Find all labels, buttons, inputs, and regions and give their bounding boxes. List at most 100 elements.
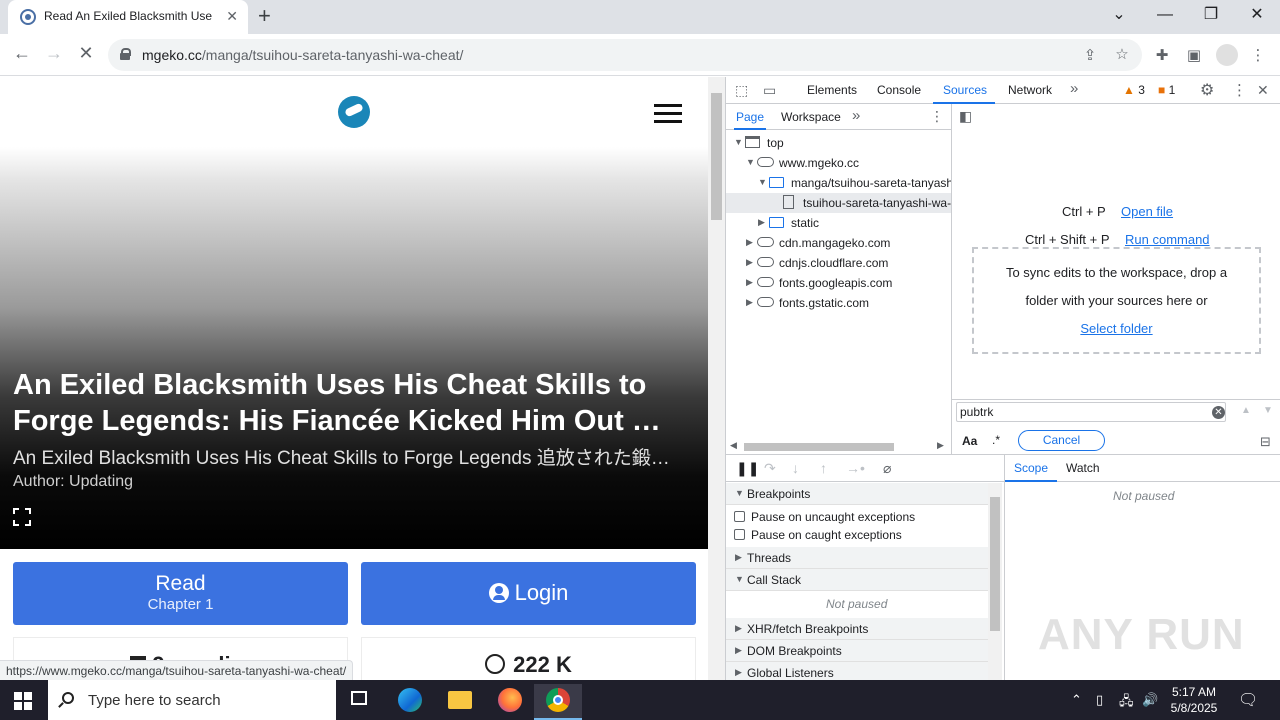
bookmark-star-icon[interactable]: ☆ <box>1112 45 1132 63</box>
workspace-drop-zone[interactable]: To sync edits to the workspace, drop a f… <box>972 247 1261 354</box>
profile-avatar-icon[interactable] <box>1216 44 1238 66</box>
next-match-icon[interactable]: ▼ <box>1263 405 1273 416</box>
pause-caught-checkbox[interactable]: Pause on caught exceptions <box>734 528 902 542</box>
run-command-link[interactable]: Run command <box>1125 232 1210 247</box>
navigator-hscroll-thumb[interactable] <box>744 443 894 451</box>
tab-elements[interactable]: Elements <box>807 83 857 97</box>
call-stack-section[interactable]: ▼ Call Stack <box>726 569 988 591</box>
new-tab-button[interactable]: + <box>258 4 271 28</box>
collapse-arrow-icon[interactable]: ▶ <box>746 257 754 268</box>
extensions-puzzle-icon[interactable]: ✚ <box>1152 46 1172 64</box>
expand-arrow-icon[interactable]: ▼ <box>746 157 755 167</box>
share-icon[interactable]: ⇪ <box>1080 46 1100 64</box>
issues-badge[interactable]: ■ 1 <box>1158 83 1175 97</box>
notifications-icon[interactable]: 🗨 <box>1238 690 1258 710</box>
fullscreen-icon[interactable] <box>13 508 31 526</box>
expand-arrow-icon[interactable]: ▼ <box>735 574 744 584</box>
nav-tab-workspace[interactable]: Workspace <box>781 110 841 124</box>
show-hidden-icons-icon[interactable]: ⌃ <box>1071 692 1082 708</box>
tab-network[interactable]: Network <box>1008 83 1052 97</box>
xhr-breakpoints-section[interactable]: ▶ XHR/fetch Breakpoints <box>726 618 988 640</box>
task-view-icon[interactable] <box>336 684 384 720</box>
expand-arrow-icon[interactable]: ▼ <box>734 137 743 147</box>
collapse-arrow-icon[interactable]: ▶ <box>735 623 742 634</box>
collapse-arrow-icon[interactable]: ▶ <box>735 667 742 678</box>
tree-item-www-mgeko[interactable]: ▼ www.mgeko.cc <box>726 153 951 173</box>
usb-device-icon[interactable]: ▯ <box>1096 692 1103 708</box>
tree-item-top[interactable]: ▼ top <box>726 133 951 153</box>
collapse-arrow-icon[interactable]: ▶ <box>735 645 742 656</box>
tab-close-icon[interactable]: ✕ <box>226 8 238 25</box>
close-devtools-icon[interactable]: ✕ <box>1257 82 1269 99</box>
firefox-icon[interactable] <box>486 684 534 720</box>
address-bar[interactable]: mgeko.cc/manga/tsuihou-sareta-tanyashi-w… <box>108 39 1142 71</box>
read-chapter-button[interactable]: Read Chapter 1 <box>13 562 348 625</box>
deactivate-breakpoints-icon[interactable]: ⌀ <box>883 460 891 477</box>
page-scrollbar-thumb[interactable] <box>711 93 722 220</box>
settings-gear-icon[interactable]: ⚙ <box>1200 80 1214 100</box>
collapse-arrow-icon[interactable]: ▶ <box>746 237 754 248</box>
forward-button[interactable]: → <box>42 43 66 64</box>
debugger-scrollbar-thumb[interactable] <box>990 497 1000 631</box>
lock-icon[interactable] <box>120 48 131 60</box>
minimize-button[interactable]: — <box>1150 4 1180 26</box>
scroll-right-icon[interactable]: ▶ <box>937 440 944 451</box>
collapse-arrow-icon[interactable]: ▶ <box>746 297 754 308</box>
network-icon[interactable]: 🖧 <box>1119 692 1134 714</box>
restore-button[interactable]: ❐ <box>1196 4 1226 26</box>
match-case-toggle[interactable]: Aa <box>962 434 977 448</box>
warnings-badge[interactable]: ▲ 3 <box>1123 83 1145 97</box>
tree-item-cdn-mangageko[interactable]: ▶ cdn.mangageko.com <box>726 233 951 253</box>
tree-item-manga-file[interactable]: tsuihou-sareta-tanyashi-wa- <box>726 193 951 213</box>
debugger-scrollbar[interactable] <box>988 483 1002 681</box>
close-window-button[interactable]: ✕ <box>1242 4 1272 26</box>
tab-watch[interactable]: Watch <box>1066 461 1100 475</box>
previous-match-icon[interactable]: ▲ <box>1241 405 1251 416</box>
stop-loading-button[interactable]: ✕ <box>74 43 98 64</box>
windows-start-icon[interactable] <box>14 692 32 710</box>
step-icon[interactable]: →• <box>846 460 865 476</box>
threads-section[interactable]: ▶ Threads <box>726 547 988 569</box>
page-scrollbar[interactable] <box>708 77 725 680</box>
navigator-hscrollbar[interactable]: ◀ ▶ <box>726 439 951 453</box>
nav-menu-icon[interactable]: ⋮ <box>930 108 944 125</box>
taskbar-clock[interactable]: 5:17 AM 5/8/2025 <box>1164 684 1224 716</box>
login-button[interactable]: Login <box>361 562 696 625</box>
pause-resume-icon[interactable]: ❚❚ <box>736 460 759 477</box>
dom-breakpoints-section[interactable]: ▶ DOM Breakpoints <box>726 640 988 662</box>
hamburger-menu-icon[interactable] <box>654 104 682 124</box>
file-explorer-icon[interactable] <box>436 684 484 720</box>
browser-tab[interactable]: Read An Exiled Blacksmith Uses His Cheat… <box>8 0 248 34</box>
pause-uncaught-checkbox[interactable]: Pause on uncaught exceptions <box>734 510 915 524</box>
side-panel-icon[interactable]: ▣ <box>1184 46 1204 64</box>
scroll-left-icon[interactable]: ◀ <box>730 440 737 451</box>
devtools-menu-icon[interactable]: ⋮ <box>1232 81 1247 99</box>
open-file-link[interactable]: Open file <box>1121 204 1173 219</box>
tree-item-manga-folder[interactable]: ▼ manga/tsuihou-sareta-tanyash <box>726 173 951 193</box>
tab-scope[interactable]: Scope <box>1014 461 1048 475</box>
tab-search-dropdown-icon[interactable]: ⌄ <box>1104 4 1134 26</box>
inspect-element-icon[interactable]: ⬚ <box>735 82 748 99</box>
select-folder-link[interactable]: Select folder <box>1080 321 1152 336</box>
collapse-arrow-icon[interactable]: ▶ <box>758 217 766 228</box>
search-input[interactable]: pubtrk <box>956 402 1226 422</box>
toggle-debugger-icon[interactable]: ⊟ <box>1260 434 1271 450</box>
nav-tab-page[interactable]: Page <box>736 110 764 124</box>
breakpoints-section[interactable]: ▼ Breakpoints <box>726 483 988 505</box>
device-toolbar-icon[interactable]: ▭ <box>763 82 776 99</box>
step-into-icon[interactable]: ↓ <box>792 460 799 476</box>
back-button[interactable]: ← <box>10 43 34 64</box>
step-out-icon[interactable]: ↑ <box>820 460 827 476</box>
checkbox-box[interactable] <box>734 529 745 540</box>
volume-icon[interactable]: 🔊 <box>1142 692 1158 708</box>
tab-console[interactable]: Console <box>877 83 921 97</box>
edge-browser-icon[interactable] <box>386 684 434 720</box>
cancel-search-button[interactable]: Cancel <box>1018 430 1105 451</box>
checkbox-box[interactable] <box>734 511 745 522</box>
tree-item-fonts-googleapis[interactable]: ▶ fonts.googleapis.com <box>726 273 951 293</box>
collapse-arrow-icon[interactable]: ▶ <box>746 277 754 288</box>
more-tabs-icon[interactable]: » <box>1070 80 1078 97</box>
expand-arrow-icon[interactable]: ▼ <box>758 177 767 187</box>
chrome-icon[interactable] <box>534 684 582 720</box>
nav-more-icon[interactable]: » <box>852 107 860 124</box>
